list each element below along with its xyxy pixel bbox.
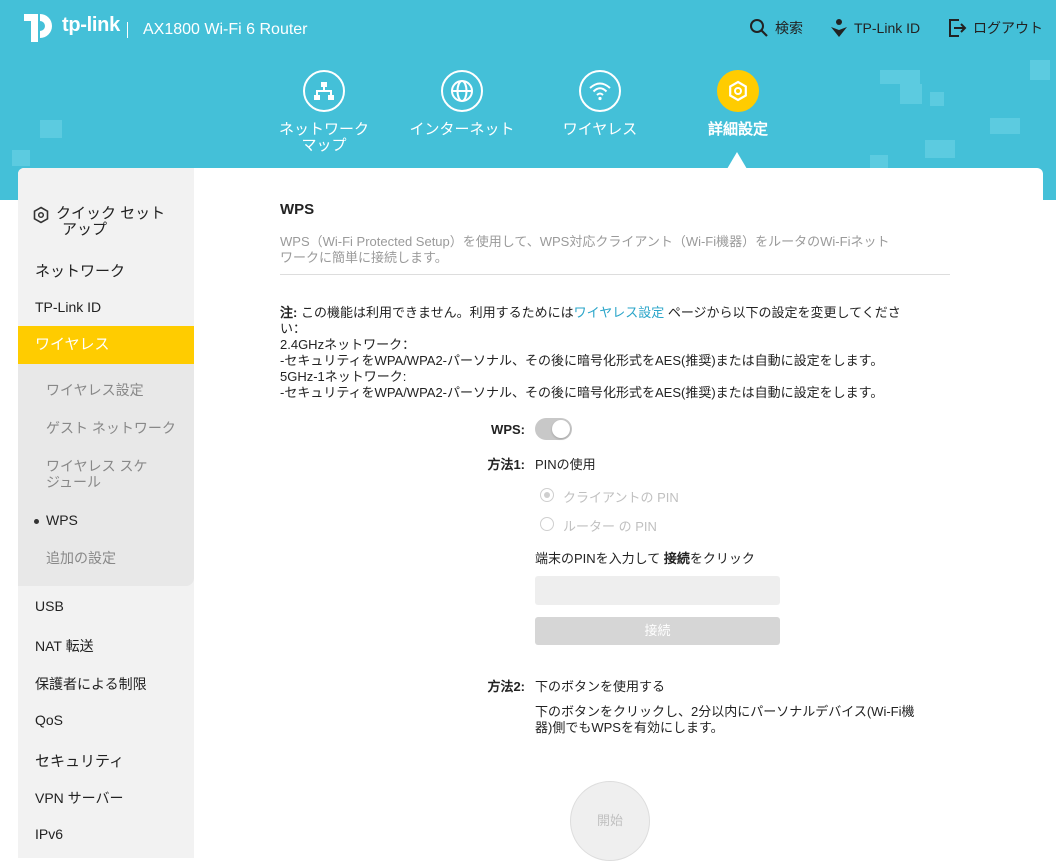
brand-name: tp-link: [62, 14, 120, 36]
nav-network-map-label: ネットワーク マップ: [278, 121, 369, 154]
tplink-id-icon: [831, 19, 847, 37]
header-decoration: [930, 92, 944, 106]
radio-router-pin[interactable]: [540, 517, 554, 531]
sidebar-item-qos[interactable]: QoS: [18, 712, 211, 728]
toggle-knob: [552, 420, 570, 438]
header-decoration: [12, 150, 30, 166]
method2-label: 方法2:: [487, 679, 525, 694]
nav-internet-label: インターネット: [409, 121, 515, 138]
search-link[interactable]: 検索: [749, 18, 803, 38]
logout-icon: [949, 19, 967, 37]
header-decoration: [925, 140, 955, 158]
sidebar-item-parental[interactable]: 保護者による制限: [18, 674, 211, 694]
sidebar-item-nat[interactable]: NAT 転送: [18, 636, 211, 656]
nav-wireless-label: ワイヤレス: [562, 121, 638, 138]
header-decoration: [900, 84, 922, 104]
wireless-submenu: ワイヤレス設定 ゲスト ネットワーク ワイヤレス スケ ジュール WPS 追加の…: [18, 364, 194, 586]
sidebar-item-security[interactable]: セキュリティ: [18, 750, 211, 771]
page-description: WPS（Wi-Fi Protected Setup）を使用して、WPS対応クライ…: [280, 234, 890, 265]
header-decoration: [1030, 60, 1050, 80]
pin-instruction: 端末のPINを入力して 接続をクリック: [535, 551, 755, 566]
tp-link-logo-icon: [24, 14, 52, 42]
search-icon: [750, 19, 768, 37]
main-panel: クイック セット アップ ネットワーク TP-Link ID ワイヤレス ワイヤ…: [18, 168, 1043, 858]
radio-client-pin[interactable]: [540, 488, 554, 502]
notice-block: 注: この機能は利用できません。利用するためにはワイヤレス設定 ページから以下の…: [280, 305, 901, 400]
sidebar: クイック セット アップ ネットワーク TP-Link ID ワイヤレス ワイヤ…: [18, 168, 194, 858]
search-label: 検索: [775, 20, 803, 36]
page-title: WPS: [280, 201, 315, 218]
sidebar-subitem-guest-network[interactable]: ゲスト ネットワーク: [46, 420, 176, 436]
header-decoration: [880, 70, 920, 84]
method2-value: 下のボタンを使用する: [535, 679, 666, 694]
router-model: AX1800 Wi-Fi 6 Router: [143, 21, 308, 38]
nav-network-map[interactable]: ネットワーク マップ: [254, 70, 394, 154]
wifi-icon: [579, 70, 621, 112]
sidebar-subitem-additional[interactable]: 追加の設定: [46, 550, 116, 566]
sidebar-item-quick-setup[interactable]: クイック セット アップ: [32, 206, 182, 238]
network-map-icon: [303, 70, 345, 112]
wps-toggle-label: WPS:: [491, 422, 525, 437]
wireless-settings-link[interactable]: ワイヤレス設定: [574, 305, 665, 320]
sidebar-item-usb[interactable]: USB: [18, 598, 211, 614]
radio-router-pin-label: ルーター の PIN: [563, 519, 657, 534]
sidebar-item-network[interactable]: ネットワーク: [18, 260, 211, 281]
sidebar-subitem-wireless-settings[interactable]: ワイヤレス設定: [46, 382, 144, 398]
logout-label: ログアウト: [973, 20, 1043, 36]
method2-description: 下のボタンをクリックし、2分以内にパーソナルデバイス(Wi-Fi機 器)側でもW…: [535, 704, 915, 735]
quick-setup-gear-icon: [33, 206, 49, 224]
sidebar-item-wireless[interactable]: ワイヤレス: [18, 326, 194, 364]
sidebar-subitem-wireless-schedule[interactable]: ワイヤレス スケ ジュール: [46, 458, 147, 490]
tplink-id-label: TP-Link ID: [854, 20, 921, 36]
logout-link[interactable]: ログアウト: [947, 18, 1043, 38]
method1-value: PINの使用: [535, 457, 596, 472]
pin-input[interactable]: [535, 576, 780, 605]
sidebar-item-vpn[interactable]: VPN サーバー: [18, 788, 211, 808]
sidebar-item-ipv6[interactable]: IPv6: [18, 826, 211, 842]
connect-button[interactable]: 接続: [535, 617, 780, 645]
active-nav-pointer: [727, 152, 747, 169]
tplink-id-link[interactable]: TP-Link ID: [830, 18, 920, 38]
title-divider: [280, 274, 950, 275]
nav-wireless[interactable]: ワイヤレス: [530, 70, 670, 138]
current-bullet: [34, 518, 39, 524]
radio-client-pin-label: クライアントの PIN: [563, 490, 679, 505]
start-button[interactable]: 開始: [570, 781, 650, 861]
header-decoration: [990, 118, 1020, 134]
sidebar-subitem-wps[interactable]: WPS: [34, 512, 78, 528]
nav-advanced[interactable]: 詳細設定: [668, 70, 808, 138]
method1-label: 方法1:: [487, 457, 525, 472]
globe-icon: [441, 70, 483, 112]
sidebar-item-tplink-id[interactable]: TP-Link ID: [18, 299, 211, 315]
nav-internet[interactable]: インターネット: [392, 70, 532, 138]
wps-toggle[interactable]: [535, 418, 572, 440]
header-decoration: [40, 120, 62, 138]
nav-advanced-label: 詳細設定: [707, 121, 768, 138]
header-divider: [127, 22, 128, 38]
gear-icon: [717, 70, 759, 112]
